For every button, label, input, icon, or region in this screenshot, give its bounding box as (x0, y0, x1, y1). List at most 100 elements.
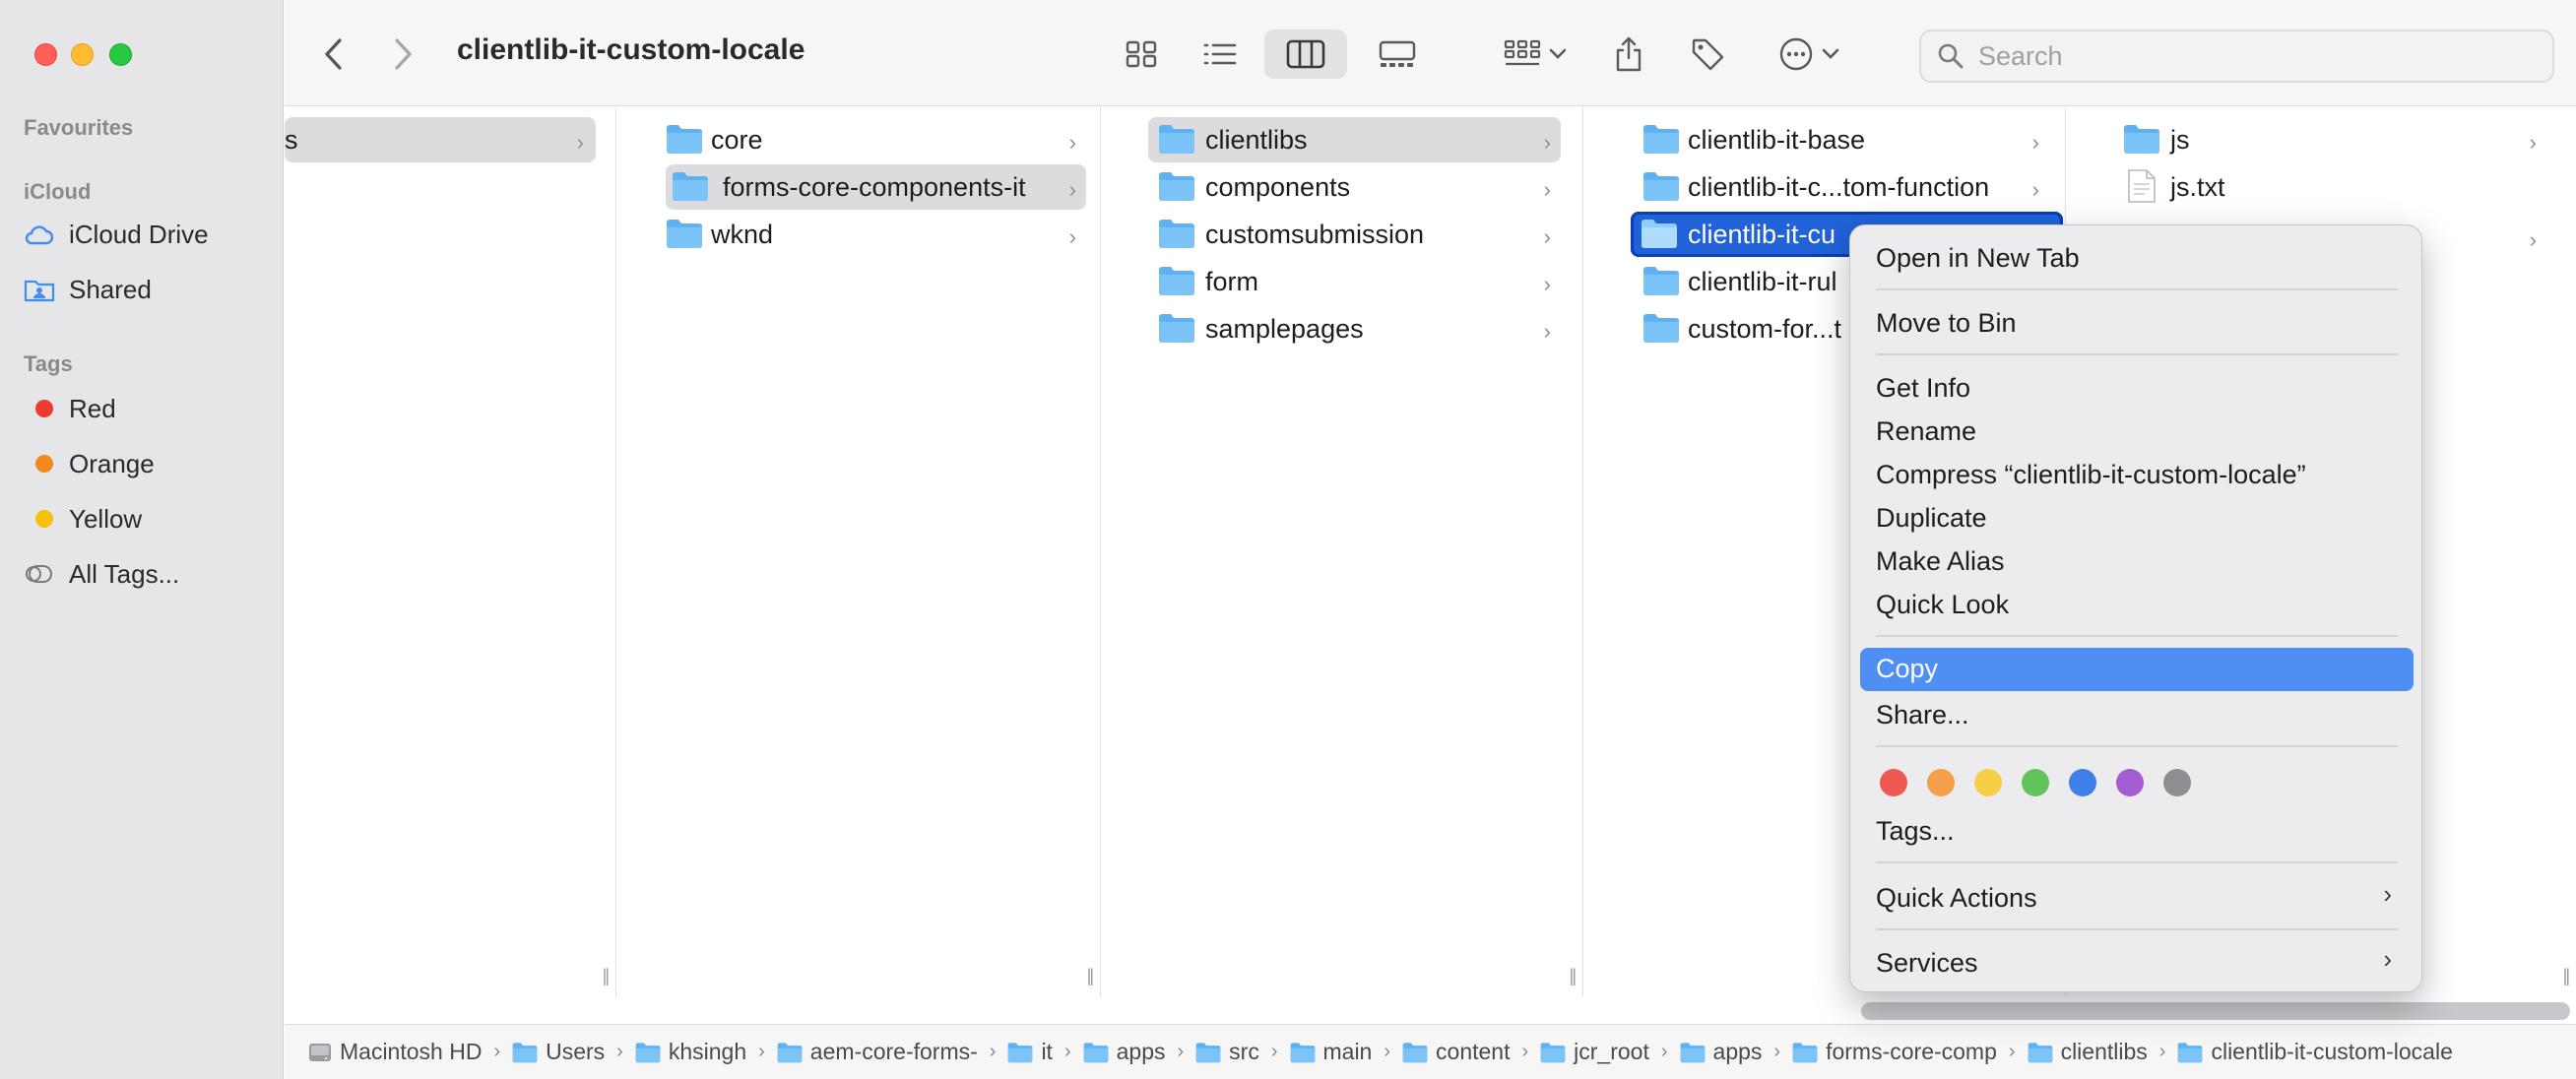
folder-icon (1159, 314, 1194, 343)
sidebar-item-label: Orange (69, 448, 155, 478)
column-0: s › || (285, 107, 616, 996)
folder-icon (1159, 125, 1194, 154)
path-item[interactable]: src › (1195, 1039, 1289, 1065)
gallery-view-button[interactable] (1363, 30, 1432, 79)
tag-color-blue[interactable] (2069, 769, 2096, 796)
sidebar-tag-red[interactable]: Red (24, 389, 116, 428)
tag-color-grey[interactable] (2163, 769, 2191, 796)
menu-item-quick-look[interactable]: Quick Look (1876, 590, 2009, 620)
tag-color-green[interactable] (2022, 769, 2049, 796)
menu-item-get-info[interactable]: Get Info (1876, 373, 1970, 404)
list-item[interactable]: form › (1158, 259, 1561, 304)
menu-item-quick-actions[interactable]: Quick Actions (1876, 883, 2398, 914)
column-resize-handle[interactable]: || (2563, 966, 2571, 986)
menu-separator (1876, 288, 2398, 290)
chevron-down-icon (1822, 48, 1839, 59)
all-tags-icon (24, 564, 57, 584)
zoom-window-button[interactable] (109, 43, 132, 66)
list-item[interactable]: clientlibs › (1148, 117, 1561, 162)
sidebar-item-shared[interactable]: Shared (24, 270, 152, 309)
chevron-right-icon: › (1543, 224, 1551, 249)
chevron-right-icon: › (2031, 177, 2039, 202)
menu-item-tags[interactable]: Tags... (1876, 816, 1955, 847)
path-item[interactable]: Macintosh HD › (308, 1039, 512, 1065)
chevron-right-icon: › (2383, 944, 2392, 974)
path-item[interactable]: main › (1290, 1039, 1403, 1065)
menu-separator (1876, 928, 2398, 930)
tag-color-yellow[interactable] (1974, 769, 2002, 796)
menu-item-rename[interactable]: Rename (1876, 416, 1976, 447)
path-item[interactable]: jcr_root › (1540, 1039, 1679, 1065)
folder-icon (1680, 1042, 1706, 1063)
more-actions-button[interactable] (1770, 30, 1848, 79)
menu-item-compress[interactable]: Compress “clientlib-it-custom-locale” (1876, 460, 2306, 490)
folder-icon (2028, 1042, 2053, 1063)
chevron-right-icon: › (1773, 1041, 1781, 1062)
tag-color-orange[interactable] (1927, 769, 1955, 796)
menu-item-share[interactable]: Share... (1876, 700, 1969, 730)
list-item[interactable]: wknd › (666, 212, 1086, 257)
close-window-button[interactable] (34, 43, 57, 66)
chevron-right-icon: › (2008, 1041, 2016, 1062)
menu-item-services[interactable]: Services (1876, 948, 2398, 979)
chevron-right-icon: › (2031, 130, 2039, 155)
column-resize-handle[interactable]: || (603, 966, 611, 986)
path-item[interactable]: aem-core-forms- › (777, 1039, 1008, 1065)
tag-color-purple[interactable] (2116, 769, 2144, 796)
path-item[interactable]: apps › (1083, 1039, 1196, 1065)
path-item[interactable]: clientlibs › (2028, 1039, 2178, 1065)
path-item[interactable]: Users › (512, 1039, 635, 1065)
menu-item-duplicate[interactable]: Duplicate (1876, 503, 1987, 534)
list-item[interactable]: clientlib-it-c...tom-function › (1642, 164, 2049, 210)
edit-tags-button[interactable] (1683, 30, 1732, 79)
list-view-button[interactable] (1191, 30, 1250, 79)
folder-icon (673, 172, 708, 201)
path-item[interactable]: it › (1007, 1039, 1082, 1065)
menu-item-move-to-bin[interactable]: Move to Bin (1876, 308, 2017, 339)
menu-separator (1876, 635, 2398, 637)
forward-button[interactable] (383, 30, 422, 79)
share-button[interactable] (1604, 30, 1653, 79)
chevron-right-icon: › (1521, 1041, 1529, 1062)
list-item[interactable]: js.txt (2123, 164, 2546, 210)
sidebar-item-icloud-drive[interactable]: iCloud Drive (24, 215, 209, 254)
menu-separator (1876, 861, 2398, 863)
list-item[interactable]: samplepages › (1158, 306, 1561, 351)
column-view-button[interactable] (1264, 30, 1347, 79)
sidebar-tag-yellow[interactable]: Yellow (24, 499, 142, 539)
search-input[interactable] (1978, 40, 2530, 72)
list-item[interactable]: components › (1158, 164, 1561, 210)
column-resize-handle[interactable]: || (1087, 966, 1095, 986)
list-item[interactable]: core › (666, 117, 1086, 162)
list-item[interactable]: customsubmission › (1158, 212, 1561, 257)
menu-item-open-new-tab[interactable]: Open in New Tab (1876, 243, 2080, 274)
back-button[interactable] (314, 30, 354, 79)
chevron-right-icon: › (2529, 130, 2537, 155)
list-item[interactable]: s › (285, 117, 596, 162)
folder-icon (1643, 125, 1679, 154)
tag-color-red[interactable] (1880, 769, 1907, 796)
window-title: clientlib-it-custom-locale (457, 33, 805, 66)
search-field[interactable] (1919, 30, 2554, 83)
sidebar-all-tags[interactable]: All Tags... (24, 554, 179, 594)
path-item[interactable]: khsingh › (635, 1039, 777, 1065)
folder-icon (512, 1042, 538, 1063)
path-item[interactable]: apps › (1680, 1039, 1793, 1065)
list-item[interactable]: clientlib-it-base › (1642, 117, 2049, 162)
path-item[interactable]: content › (1402, 1039, 1540, 1065)
menu-item-copy[interactable]: Copy (1860, 648, 2414, 691)
sidebar-item-label: Red (69, 393, 116, 423)
path-item-current[interactable]: clientlib-it-custom-locale (2177, 1039, 2453, 1065)
group-by-button[interactable] (1496, 30, 1575, 79)
horizontal-scrollbar[interactable] (1861, 1002, 2570, 1020)
icon-view-button[interactable] (1112, 30, 1171, 79)
column-resize-handle[interactable]: || (1570, 966, 1578, 986)
path-item[interactable]: forms-core-comp › (1792, 1039, 2027, 1065)
sidebar-tag-orange[interactable]: Orange (24, 444, 155, 483)
chevron-right-icon: › (1660, 1041, 1668, 1062)
folder-icon (1540, 1042, 1566, 1063)
list-item[interactable]: js › (2123, 117, 2546, 162)
minimize-window-button[interactable] (71, 43, 94, 66)
menu-item-make-alias[interactable]: Make Alias (1876, 546, 2005, 577)
list-item[interactable]: forms-core-components-it › (666, 164, 1086, 210)
